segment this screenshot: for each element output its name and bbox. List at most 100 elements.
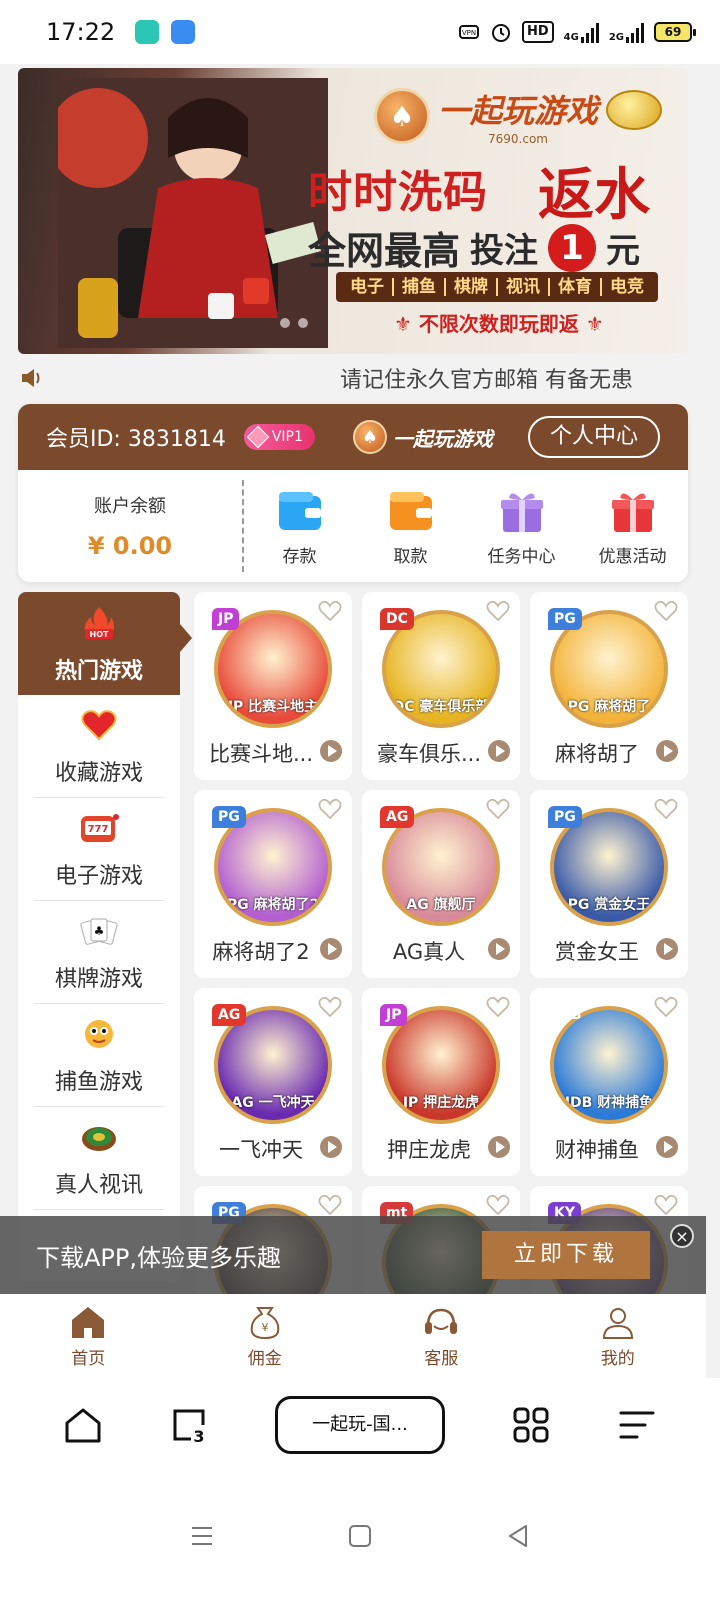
favorite-heart-icon[interactable]: [486, 996, 510, 1018]
play-icon[interactable]: [320, 1136, 342, 1158]
signal-2g-label: 2G: [608, 32, 624, 43]
alarm-icon: [491, 24, 510, 42]
game-caption: PG 赏金女王: [567, 897, 651, 913]
game-card[interactable]: AG 旗舰厅 AG AG真人: [362, 790, 520, 978]
play-icon[interactable]: [320, 938, 342, 960]
tab-home[interactable]: 首页: [0, 1294, 177, 1378]
home-icon: [72, 1306, 105, 1338]
promo-banner[interactable]: ♠ 一起玩游戏 7690.com 时时洗码 返水 全网最高 投注 1 元 电子 …: [18, 68, 688, 354]
active-indicator-arrow: [180, 624, 192, 652]
withdraw-label: 取款: [393, 546, 428, 567]
play-icon[interactable]: [488, 740, 510, 762]
tab-support[interactable]: 客服: [353, 1294, 530, 1378]
provider-tag: DC: [380, 608, 414, 630]
download-app-text: 下载APP,体验更多乐趣: [36, 1243, 281, 1272]
gift-purple-icon: [500, 492, 543, 532]
game-card[interactable]: JP 押庄龙虎 JP 押庄龙虎: [362, 988, 520, 1176]
address-bar[interactable]: 一起玩-国...: [275, 1396, 445, 1454]
banner-pagination[interactable]: [280, 318, 308, 328]
download-now-button[interactable]: 立即下载: [482, 1231, 650, 1279]
sidebar-item-fishing[interactable]: 捕鱼游戏: [34, 1004, 164, 1107]
favorite-heart-icon[interactable]: [318, 1194, 342, 1216]
tab-commission[interactable]: ¥ 佣金: [177, 1294, 354, 1378]
heart-icon: [81, 710, 117, 741]
favorite-heart-icon[interactable]: [318, 600, 342, 622]
personal-center-button[interactable]: 个人中心: [527, 416, 660, 458]
tabs-icon[interactable]: 3: [169, 1405, 209, 1445]
sidebar-item-favorites[interactable]: 收藏游戏: [34, 695, 164, 798]
home-button-icon[interactable]: [346, 1522, 374, 1550]
favorite-heart-icon[interactable]: [486, 1194, 510, 1216]
tab-label: 客服: [424, 1348, 459, 1369]
sidebar-item-slots[interactable]: 777 电子游戏: [34, 798, 164, 901]
game-card[interactable]: PG 赏金女王 PG 赏金女王: [530, 790, 688, 978]
game-card[interactable]: AG 一飞冲天 AG 一飞冲天: [194, 988, 352, 1176]
game-name: 押庄龙虎: [387, 1138, 471, 1162]
task-center-button[interactable]: 任务中心: [472, 486, 572, 567]
banner-headline-accent: 返水: [538, 162, 650, 228]
hd-badge: HD: [521, 21, 554, 43]
play-icon[interactable]: [488, 1136, 510, 1158]
favorite-heart-icon[interactable]: [486, 798, 510, 820]
favorite-heart-icon[interactable]: [654, 798, 678, 820]
wallet-orange-icon: [389, 491, 432, 530]
status-icons: VPN HD 4G 2G 69: [458, 21, 696, 43]
pagination-dot[interactable]: [280, 318, 290, 328]
signal-4g: 4G: [564, 21, 599, 43]
play-icon[interactable]: [656, 740, 678, 762]
apps-grid-icon[interactable]: [511, 1405, 551, 1445]
game-card[interactable]: JP 比赛斗地主 JP 比赛斗地...: [194, 592, 352, 780]
close-icon[interactable]: ×: [670, 1224, 694, 1248]
recents-icon[interactable]: [188, 1522, 216, 1550]
promotions-button[interactable]: 优惠活动: [583, 486, 683, 567]
game-name: 豪车俱乐...: [376, 742, 482, 766]
favorite-heart-icon[interactable]: [318, 996, 342, 1018]
svg-text:¥: ¥: [261, 1321, 268, 1334]
back-icon[interactable]: [504, 1522, 532, 1550]
play-icon[interactable]: [656, 1136, 678, 1158]
game-card[interactable]: PG 麻将胡了 PG 麻将胡了: [530, 592, 688, 780]
status-time: 17:22: [46, 18, 116, 46]
banner-category: 电子: [342, 278, 394, 296]
sidebar-label: 收藏游戏: [54, 761, 143, 786]
game-card[interactable]: JDB 财神捕鱼 JDB 财神捕鱼: [530, 988, 688, 1176]
favorite-heart-icon[interactable]: [654, 600, 678, 622]
game-card[interactable]: DC 豪车俱乐部 DC 豪车俱乐...: [362, 592, 520, 780]
tab-profile[interactable]: 我的: [530, 1294, 707, 1378]
menu-icon[interactable]: [617, 1405, 657, 1445]
wallet-blue-icon: [278, 491, 321, 530]
favorite-heart-icon[interactable]: [654, 996, 678, 1018]
headset-icon: [425, 1308, 458, 1334]
deposit-button[interactable]: 存款: [250, 486, 350, 567]
sidebar-item-live[interactable]: 真人视讯: [34, 1107, 164, 1210]
game-caption: DC 豪车俱乐部: [392, 699, 490, 715]
banner-logo-text: 一起玩游戏: [438, 92, 599, 130]
favorite-heart-icon[interactable]: [654, 1194, 678, 1216]
tab-label: 我的: [600, 1348, 635, 1369]
notice-marquee[interactable]: 请记住永久官方邮箱 有备无患: [18, 362, 688, 394]
signal-4g-label: 4G: [563, 32, 579, 43]
play-icon[interactable]: [656, 938, 678, 960]
vip-badge: VIP1: [243, 424, 315, 450]
notification-app-icon: [135, 20, 160, 44]
promotions-label: 优惠活动: [598, 546, 667, 567]
sidebar-label: 棋牌游戏: [54, 967, 143, 992]
banner-headline: 时时洗码: [308, 167, 488, 218]
browser-home-icon[interactable]: [63, 1405, 103, 1445]
withdraw-button[interactable]: 取款: [361, 486, 461, 567]
play-icon[interactable]: [320, 740, 342, 762]
user-icon: [602, 1307, 633, 1339]
pagination-dot[interactable]: [298, 318, 308, 328]
provider-tag: JP: [212, 608, 240, 630]
favorite-heart-icon[interactable]: [318, 798, 342, 820]
play-icon[interactable]: [488, 938, 510, 960]
provider-tag: PG: [548, 806, 582, 828]
favorite-heart-icon[interactable]: [486, 600, 510, 622]
provider-tag: PG: [212, 806, 246, 828]
game-name: AG真人: [392, 940, 466, 964]
sidebar-item-hot[interactable]: HOT 热门游戏: [18, 592, 180, 695]
spade-logo-icon: ♠: [352, 420, 387, 454]
game-card[interactable]: PG 麻将胡了2 PG 麻将胡了2: [194, 790, 352, 978]
vpn-icon: VPN: [458, 25, 479, 39]
sidebar-item-cards[interactable]: ♣ 棋牌游戏: [34, 901, 164, 1004]
